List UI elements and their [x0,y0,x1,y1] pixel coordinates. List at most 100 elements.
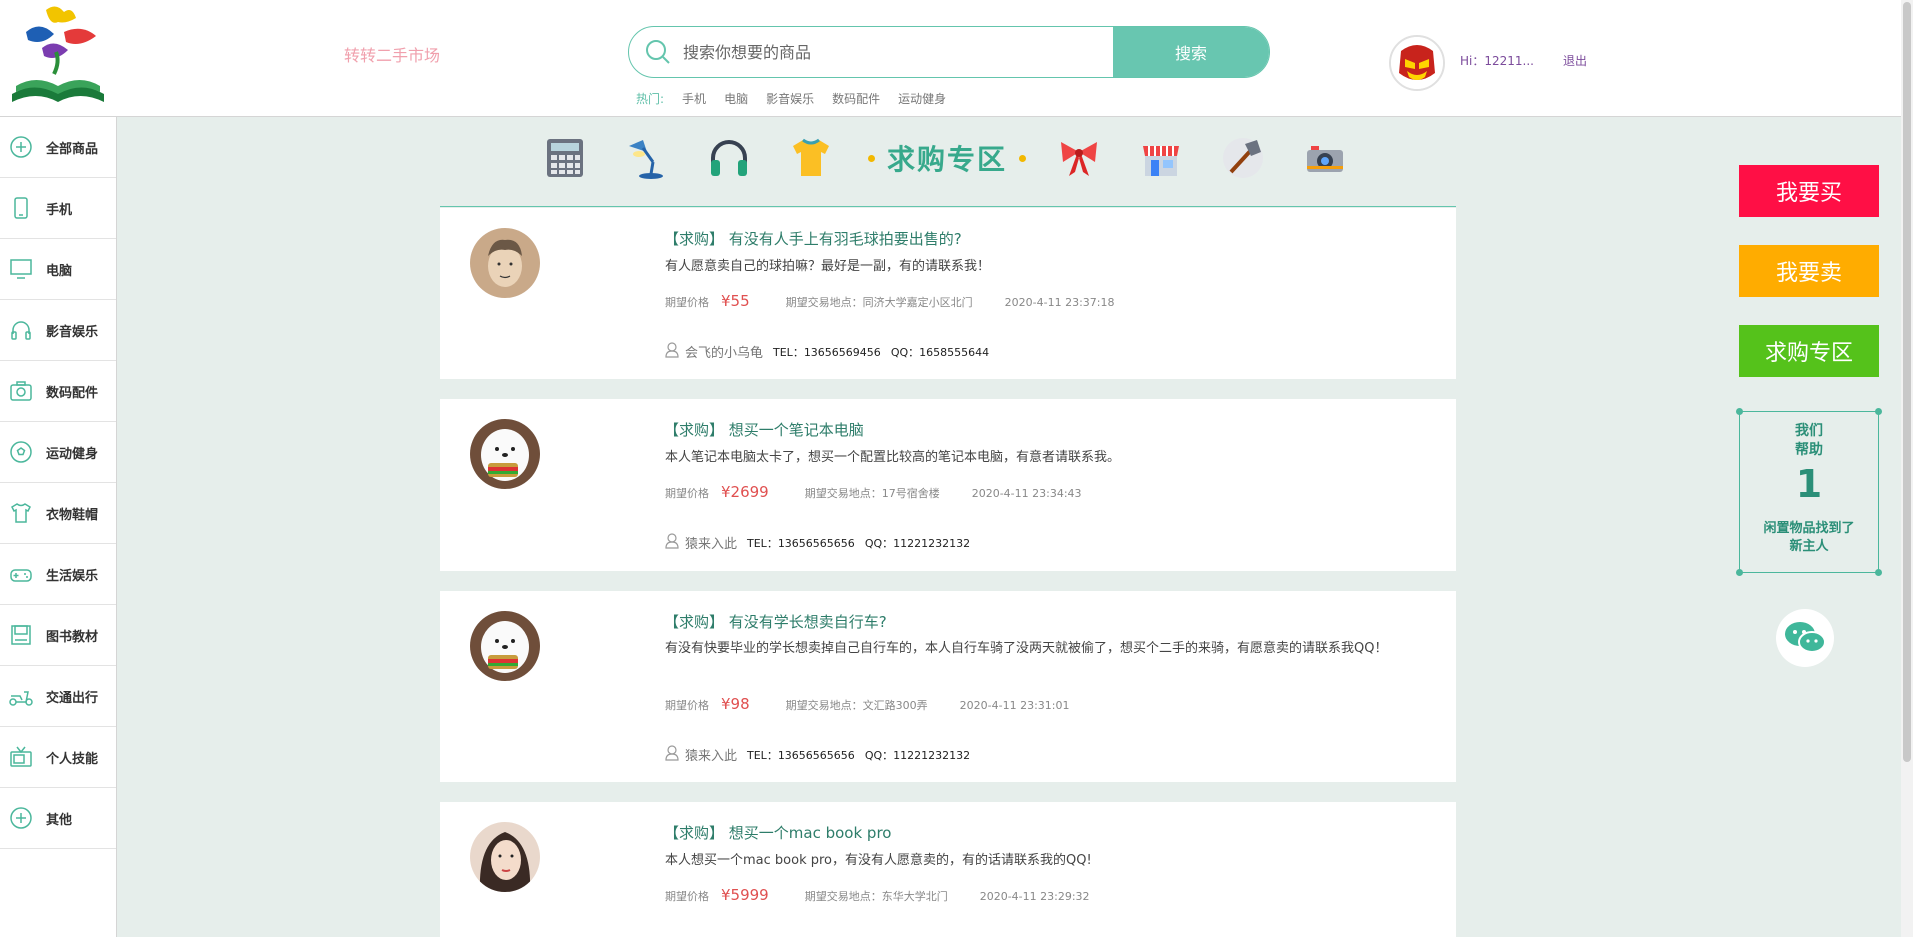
buy-button[interactable]: 我要买 [1739,165,1879,217]
sidebar-item-life[interactable]: 生活娱乐 [0,544,116,605]
poster-avatar[interactable] [470,611,540,681]
tshirt-icon[interactable] [786,133,836,183]
sidebar-item-books[interactable]: 图书教材 [0,605,116,666]
search-button[interactable]: 搜索 [1113,27,1269,77]
post-title[interactable]: 【求购】 想买一个笔记本电脑 [664,419,864,440]
plus-circle-icon [8,805,34,831]
corner-dot [1875,569,1882,576]
sidebar-item-clothes[interactable]: 衣物鞋帽 [0,483,116,544]
hot-keyword[interactable]: 电脑 [724,90,748,107]
sidebar-item-sports[interactable]: 运动健身 [0,422,116,483]
page-scrollbar[interactable] [1901,0,1913,937]
poster-avatar[interactable] [470,228,540,298]
poster-qq: QQ：11221232132 [864,748,971,762]
sidebar-item-label: 衣物鞋帽 [46,507,99,523]
axe-icon[interactable] [1218,133,1268,183]
post-time: 2020-4-11 23:37:18 [1004,296,1115,309]
sidebar-item-label: 其他 [46,812,73,828]
post-meta: 期望价格 ¥55 期望交易地点：同济大学嘉定小区北门 2020-4-11 23:… [665,292,1114,310]
sidebar-item-label: 图书教材 [46,629,99,645]
poster-avatar[interactable] [470,822,540,892]
post-description: 本人笔记本电脑太卡了，想买一个配置比较高的笔记本电脑，有意者请联系我。 [665,450,1121,465]
bow-icon[interactable] [1054,133,1104,183]
sidebar-item-label: 手机 [46,202,73,218]
camera-icon[interactable] [1300,133,1350,183]
desk-lamp-icon[interactable] [622,133,672,183]
expected-price: ¥55 [721,292,750,310]
poster-name[interactable]: 会飞的小乌龟 [685,342,763,361]
trade-location: 期望交易地点：17号宿舍楼 [804,487,940,500]
post-contact: 会飞的小乌龟 TEL：13656569456 QQ：1658555644 [665,342,989,361]
search-input[interactable] [683,27,1113,77]
sidebar-item-media[interactable]: 影音娱乐 [0,300,116,361]
wanted-post-card[interactable]: 【求购】 有没有人手上有羽毛球拍要出售的? 有人愿意卖自己的球拍嘛？最好是一副，… [440,208,1456,379]
post-time: 2020-4-11 23:31:01 [959,699,1070,712]
wanted-post-card[interactable]: 【求购】 想买一个mac book pro 本人想买一个mac book pro… [440,802,1456,937]
user-greeting[interactable]: Hi：12211... [1460,52,1534,69]
hot-keyword[interactable]: 手机 [682,90,706,107]
sidebar-item-label: 影音娱乐 [46,324,99,340]
sidebar-item-phone[interactable]: 手机 [0,178,116,239]
wanted-zone-button[interactable]: 求购专区 [1739,325,1879,377]
help-stats-box: 我们 帮助 1 闲置物品找到了 新主人 [1736,408,1882,576]
hot-keyword[interactable]: 影音娱乐 [766,90,814,107]
post-description: 有人愿意卖自己的球拍嘛？最好是一副，有的请联系我！ [665,259,991,274]
sidebar-item-digital[interactable]: 数码配件 [0,361,116,422]
search-box: 搜索 [628,26,1270,78]
headphones-icon[interactable] [704,133,754,183]
user-avatar[interactable] [1389,35,1445,91]
sidebar-item-all[interactable]: 全部商品 [0,117,116,178]
post-time: 2020-4-11 23:29:32 [979,890,1090,903]
calculator-icon[interactable] [540,133,590,183]
plus-circle-icon [8,134,34,160]
poster-avatar[interactable] [470,419,540,489]
site-name[interactable]: 转转二手市场 [344,42,440,66]
category-sidebar: 全部商品 手机 电脑 影音娱乐 数码配件 运动健身 衣物鞋帽 生活娱乐 图书教材… [0,117,117,937]
sidebar-item-skills[interactable]: 个人技能 [0,727,116,788]
post-title[interactable]: 【求购】 有没有学长想卖自行车? [664,611,887,632]
corner-dot [1736,408,1743,415]
post-meta: 期望价格 ¥98 期望交易地点：文汇路300弄 2020-4-11 23:31:… [665,695,1069,713]
search-icon [645,39,671,65]
post-time: 2020-4-11 23:34:43 [971,487,1082,500]
sidebar-item-label: 个人技能 [46,751,99,767]
poster-qq: QQ：1658555644 [890,345,990,359]
post-contact: 猿来入此 TEL：13656565656 QQ：11221232132 [665,533,970,552]
store-icon[interactable] [1136,133,1186,183]
scrollbar-thumb[interactable] [1903,2,1911,762]
post-title[interactable]: 【求购】 想买一个mac book pro [664,822,891,843]
poster-name[interactable]: 猿来入此 [685,745,737,764]
poster-name[interactable]: 猿来入此 [685,533,737,552]
camera-icon [8,378,34,404]
sidebar-item-transport[interactable]: 交通出行 [0,666,116,727]
monitor-icon [8,256,34,282]
wanted-post-card[interactable]: 【求购】 有没有学长想卖自行车? 有没有快要毕业的学长想卖掉自己自行车的，本人自… [440,591,1456,782]
hot-keyword[interactable]: 数码配件 [832,90,880,107]
help-line: 闲置物品找到了 [1763,521,1855,536]
trade-location: 期望交易地点：文汇路300弄 [785,699,928,712]
sell-button[interactable]: 我要卖 [1739,245,1879,297]
logout-link[interactable]: 退出 [1563,52,1587,69]
trade-location: 期望交易地点：东华大学北门 [804,890,948,903]
site-logo[interactable] [6,2,110,112]
title-dot [1019,154,1027,162]
price-label: 期望价格 [665,487,709,500]
soccer-ball-icon [8,439,34,465]
sidebar-item-other[interactable]: 其他 [0,788,116,849]
title-dot [868,154,875,162]
post-contact: 猿来入此 TEL：13656565656 QQ：11221232132 [665,745,970,764]
sidebar-item-label: 数码配件 [46,385,99,401]
sidebar-item-label: 电脑 [46,263,73,279]
tv-icon [8,744,34,770]
user-icon [665,342,679,361]
book-icon [8,622,34,648]
user-icon [665,745,679,764]
wechat-icon[interactable] [1776,609,1834,667]
hot-keyword[interactable]: 运动健身 [898,90,946,107]
poster-qq: QQ：11221232132 [864,536,971,550]
post-title[interactable]: 【求购】 有没有人手上有羽毛球拍要出售的? [664,228,962,249]
post-description: 本人想买一个mac book pro，有没有人愿意卖的，有的话请联系我的QQ! [665,853,1092,868]
expected-price: ¥2699 [721,483,769,501]
wanted-post-card[interactable]: 【求购】 想买一个笔记本电脑 本人笔记本电脑太卡了，想买一个配置比较高的笔记本电… [440,399,1456,571]
sidebar-item-computer[interactable]: 电脑 [0,239,116,300]
